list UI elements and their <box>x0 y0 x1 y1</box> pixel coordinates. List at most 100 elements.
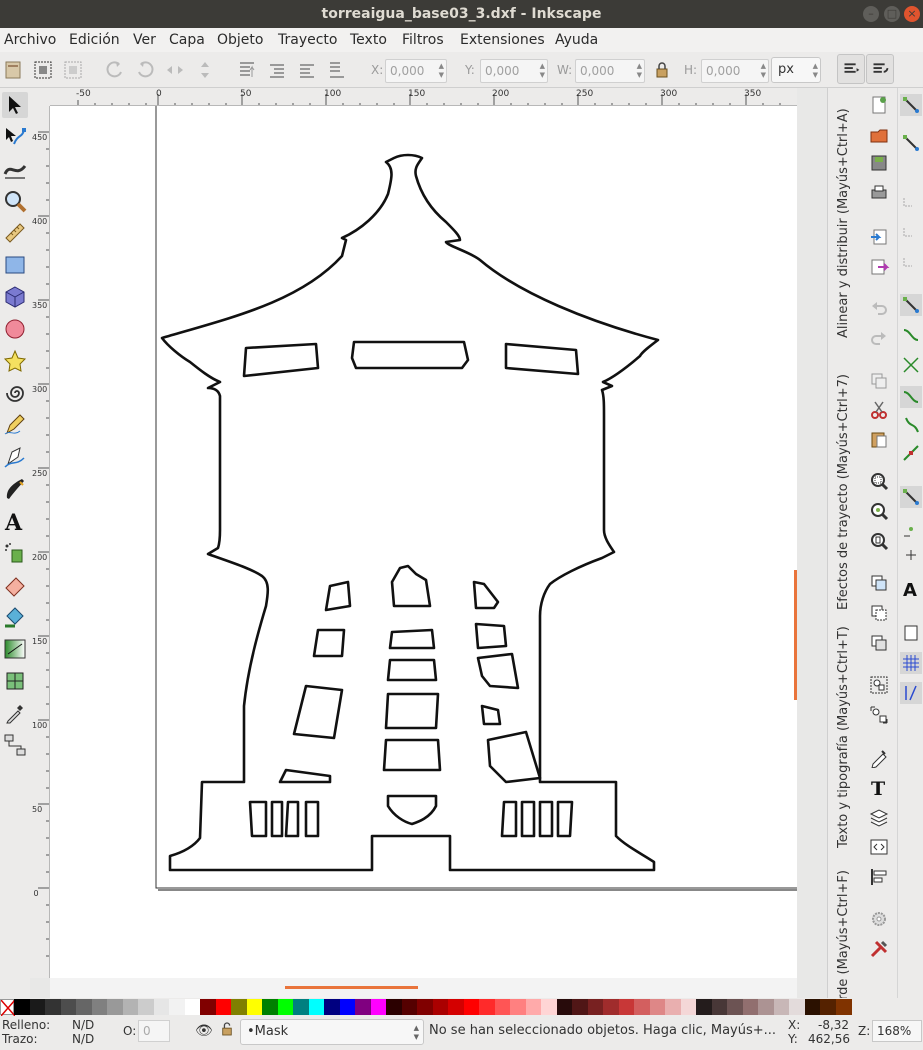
menu-objeto[interactable]: Objeto <box>217 32 263 48</box>
mesh-tool-icon[interactable] <box>2 668 28 694</box>
print-icon[interactable] <box>868 182 890 204</box>
h-input[interactable]: 0,000 ▲ ▼ <box>701 59 769 83</box>
snap-nodes-icon[interactable] <box>900 294 922 316</box>
commands-toggle-button[interactable] <box>837 54 865 84</box>
snap-centers-icon[interactable] <box>900 518 922 540</box>
menu-edicion[interactable]: Edición <box>69 32 120 48</box>
menu-trayecto[interactable]: Trayecto <box>278 32 337 48</box>
tab-fill-stroke[interactable]: Relleno y borde (Mayús+Ctrl+F) <box>836 868 856 998</box>
palette-swatch[interactable] <box>448 999 464 1015</box>
palette-swatch[interactable] <box>820 999 836 1015</box>
redo-icon[interactable] <box>868 328 890 350</box>
spray-tool-icon[interactable] <box>2 540 28 566</box>
ellipse-tool-icon[interactable] <box>2 316 28 342</box>
palette-swatch[interactable] <box>402 999 418 1015</box>
palette-swatch[interactable] <box>495 999 511 1015</box>
clone-icon[interactable] <box>868 602 890 624</box>
palette-swatch[interactable] <box>262 999 278 1015</box>
spiral-tool-icon[interactable] <box>2 380 28 406</box>
snap-enable-icon[interactable] <box>900 94 922 116</box>
preferences-icon[interactable] <box>868 908 890 930</box>
palette-swatch[interactable] <box>154 999 170 1015</box>
palette-swatch[interactable] <box>216 999 232 1015</box>
palette-swatch[interactable] <box>603 999 619 1015</box>
snap-rotation-center-icon[interactable] <box>900 544 922 566</box>
menu-texto[interactable]: Texto <box>350 32 387 48</box>
snap-bbox-midpoints-icon[interactable] <box>900 248 922 270</box>
palette-swatch[interactable] <box>14 999 30 1015</box>
palette-swatch[interactable] <box>758 999 774 1015</box>
menu-ayuda[interactable]: Ayuda <box>555 32 598 48</box>
horizontal-ruler[interactable]: -50 0 50 100 150 200 250 300 350 <box>50 88 797 106</box>
x-spinner-icon[interactable]: ▲ ▼ <box>439 62 444 80</box>
palette-swatch[interactable] <box>557 999 573 1015</box>
palette-swatch[interactable] <box>510 999 526 1015</box>
zoom-selection-icon[interactable] <box>868 470 890 492</box>
minimize-icon[interactable]: – <box>863 6 879 22</box>
tab-path-effects[interactable]: Efectos de trayecto (Mayús+Ctrl+7) <box>836 350 856 610</box>
zoom-tool-icon[interactable] <box>2 188 28 214</box>
layers-icon[interactable] <box>868 806 890 828</box>
select-all-layers-icon[interactable] <box>32 59 54 81</box>
palette-swatch[interactable] <box>340 999 356 1015</box>
paint-bucket-tool-icon[interactable] <box>2 604 28 630</box>
open-document-icon[interactable] <box>868 124 890 146</box>
palette-swatch[interactable] <box>169 999 185 1015</box>
dropper-tool-icon[interactable] <box>2 700 28 726</box>
palette-swatch[interactable] <box>634 999 650 1015</box>
palette-swatch[interactable] <box>464 999 480 1015</box>
opacity-input[interactable]: 0 <box>138 1020 170 1042</box>
snap-grid-icon[interactable] <box>900 652 922 674</box>
palette-swatch[interactable] <box>138 999 154 1015</box>
palette-swatch[interactable] <box>743 999 759 1015</box>
cut-icon[interactable] <box>868 398 890 420</box>
snap-bbox-corners-icon[interactable] <box>900 218 922 240</box>
pencil-tool-icon[interactable] <box>2 412 28 438</box>
w-input[interactable]: 0,000 ▲ ▼ <box>575 59 645 83</box>
snap-midpoints-icon[interactable] <box>900 442 922 464</box>
palette-swatch[interactable] <box>572 999 588 1015</box>
palette-swatch[interactable] <box>727 999 743 1015</box>
lock-icon[interactable] <box>651 59 673 81</box>
snap-page-border-icon[interactable] <box>900 622 922 644</box>
palette-swatch[interactable] <box>371 999 387 1015</box>
y-input[interactable]: 0,000 ▲ ▼ <box>480 59 548 83</box>
palette-swatch[interactable] <box>30 999 46 1015</box>
palette-swatch[interactable] <box>278 999 294 1015</box>
palette-swatch[interactable] <box>231 999 247 1015</box>
flip-horizontal-icon[interactable] <box>164 59 186 81</box>
palette-swatch[interactable] <box>417 999 433 1015</box>
palette-swatch[interactable] <box>619 999 635 1015</box>
selector-tool-icon[interactable] <box>2 92 28 118</box>
measure-tool-icon[interactable] <box>2 220 28 246</box>
menu-archivo[interactable]: Archivo <box>4 32 56 48</box>
horizontal-scrollbar[interactable] <box>50 978 797 998</box>
select-all-icon[interactable] <box>2 59 24 81</box>
new-document-icon[interactable] <box>868 94 890 116</box>
flip-vertical-icon[interactable] <box>194 59 216 81</box>
palette-swatch[interactable] <box>650 999 666 1015</box>
palette-swatch[interactable] <box>76 999 92 1015</box>
palette-swatch[interactable] <box>200 999 216 1015</box>
palette-swatch[interactable] <box>665 999 681 1015</box>
toggle-lock-icon[interactable] <box>221 1022 233 1039</box>
palette-swatch[interactable] <box>712 999 728 1015</box>
raise-icon[interactable] <box>266 59 288 81</box>
vertical-ruler[interactable]: 450 400 350 300 250 200 150 100 50 0 <box>30 106 50 978</box>
snap-text-baseline-icon[interactable]: A <box>900 578 922 601</box>
tower-drawing[interactable] <box>50 106 797 978</box>
snap-intersections-icon[interactable] <box>900 354 922 376</box>
export-icon[interactable] <box>868 256 890 278</box>
gradient-tool-icon[interactable] <box>2 636 28 662</box>
palette-swatch[interactable] <box>293 999 309 1015</box>
lower-icon[interactable] <box>296 59 318 81</box>
duplicate-icon[interactable] <box>868 572 890 594</box>
drawing-canvas[interactable] <box>50 106 797 978</box>
rectangle-tool-icon[interactable] <box>2 252 28 278</box>
copy-icon[interactable] <box>868 370 890 392</box>
palette-swatch[interactable] <box>479 999 495 1015</box>
rotate-ccw-icon[interactable] <box>104 59 126 81</box>
toggle-visibility-icon[interactable]: 👁 <box>195 1023 213 1039</box>
stroke-value[interactable]: N/D <box>72 1032 94 1046</box>
unlink-clone-icon[interactable] <box>868 632 890 654</box>
